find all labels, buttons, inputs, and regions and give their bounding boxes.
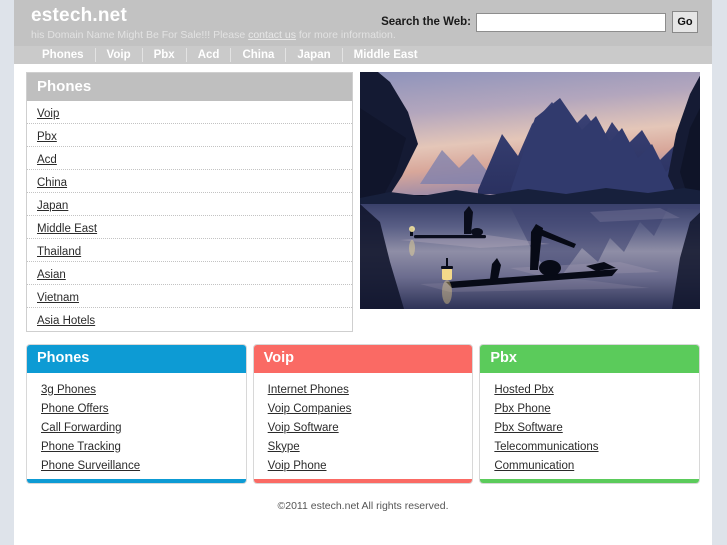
list-item[interactable]: Pbx xyxy=(27,124,353,147)
nav-item-middle-east[interactable]: Middle East xyxy=(343,48,429,62)
category-box-pbx-accent xyxy=(480,479,700,483)
phones-link-asia-hotels[interactable]: Asia Hotels xyxy=(37,315,95,327)
list-item[interactable]: Asian xyxy=(27,262,353,285)
category-box-phones: Phones 3g Phones Phone Offers Call Forwa… xyxy=(26,344,247,484)
cat-link-voip-software[interactable]: Voip Software xyxy=(254,418,473,437)
page-container: estech.net his Domain Name Might Be For … xyxy=(14,0,712,545)
cat-link-internet-phones[interactable]: Internet Phones xyxy=(254,380,473,399)
search-label: Search the Web: xyxy=(381,16,471,28)
cat-link-phone-tracking[interactable]: Phone Tracking xyxy=(27,437,246,456)
phones-link-acd[interactable]: Acd xyxy=(37,154,57,166)
phones-panel-title: Phones xyxy=(27,73,353,101)
site-header: estech.net his Domain Name Might Be For … xyxy=(14,0,712,46)
list-item[interactable]: Voip xyxy=(27,101,353,124)
search-go-button[interactable]: Go xyxy=(672,11,698,33)
cat-link-pbx-software[interactable]: Pbx Software xyxy=(480,418,699,437)
nav-item-china[interactable]: China xyxy=(231,48,287,62)
cat-link-3g-phones[interactable]: 3g Phones xyxy=(27,380,246,399)
phones-panel: Phones Voip Pbx Acd China Japan Middle E… xyxy=(26,72,354,332)
cat-link-phone-surveillance[interactable]: Phone Surveillance xyxy=(27,456,246,475)
cat-link-communication[interactable]: Communication xyxy=(480,456,699,475)
category-box-voip-list: Internet Phones Voip Companies Voip Soft… xyxy=(254,373,473,479)
category-box-phones-list: 3g Phones Phone Offers Call Forwarding P… xyxy=(27,373,246,479)
phones-link-middle-east[interactable]: Middle East xyxy=(37,223,97,235)
main-navigation: Phones Voip Pbx Acd China Japan Middle E… xyxy=(14,46,712,64)
tagline-text-before: his Domain Name Might Be For Sale!!! Ple… xyxy=(31,29,249,41)
footer-copyright: ©2011 estech.net All rights reserved. xyxy=(277,500,449,512)
category-box-voip-accent xyxy=(253,479,473,483)
category-box-phones-title: Phones xyxy=(27,345,246,373)
list-item[interactable]: Japan xyxy=(27,193,353,216)
contact-us-link[interactable]: contact us xyxy=(248,29,296,41)
cat-link-pbx-phone[interactable]: Pbx Phone xyxy=(480,399,699,418)
nav-item-pbx[interactable]: Pbx xyxy=(143,48,187,62)
category-box-phones-accent xyxy=(27,479,246,483)
phones-link-japan[interactable]: Japan xyxy=(37,200,68,212)
phones-panel-list: Voip Pbx Acd China Japan Middle East Tha… xyxy=(27,101,353,331)
cat-link-telecommunications[interactable]: Telecommunications xyxy=(480,437,699,456)
cat-link-voip-phone[interactable]: Voip Phone xyxy=(254,456,473,475)
search-area: Search the Web: Go xyxy=(381,11,698,33)
category-box-pbx: Pbx Hosted Pbx Pbx Phone Pbx Software Te… xyxy=(479,344,701,484)
cat-link-voip-companies[interactable]: Voip Companies xyxy=(254,399,473,418)
list-item[interactable]: China xyxy=(27,170,353,193)
phones-link-vietnam[interactable]: Vietnam xyxy=(37,292,79,304)
cat-link-skype[interactable]: Skype xyxy=(254,437,473,456)
main-content: Phones Voip Pbx Acd China Japan Middle E… xyxy=(14,64,712,332)
phones-link-china[interactable]: China xyxy=(37,177,67,189)
list-item[interactable]: Asia Hotels xyxy=(27,308,352,331)
category-box-pbx-title: Pbx xyxy=(480,345,700,373)
cat-link-phone-offers[interactable]: Phone Offers xyxy=(27,399,246,418)
phones-link-voip[interactable]: Voip xyxy=(37,108,59,120)
search-input[interactable] xyxy=(476,12,666,32)
category-box-voip: Voip Internet Phones Voip Companies Voip… xyxy=(252,344,474,484)
cat-link-hosted-pbx[interactable]: Hosted Pbx xyxy=(480,380,699,399)
list-item[interactable]: Acd xyxy=(27,147,353,170)
phones-link-thailand[interactable]: Thailand xyxy=(37,246,81,258)
category-box-pbx-list: Hosted Pbx Pbx Phone Pbx Software Teleco… xyxy=(480,373,699,479)
nav-item-acd[interactable]: Acd xyxy=(187,48,232,62)
cat-link-call-forwarding[interactable]: Call Forwarding xyxy=(27,418,246,437)
phones-link-pbx[interactable]: Pbx xyxy=(37,131,57,143)
phones-link-asian[interactable]: Asian xyxy=(37,269,66,281)
nav-item-phones[interactable]: Phones xyxy=(31,48,96,62)
nav-item-japan[interactable]: Japan xyxy=(286,48,343,62)
list-item[interactable]: Middle East xyxy=(27,216,353,239)
category-box-voip-title: Voip xyxy=(253,345,473,373)
list-item[interactable]: Thailand xyxy=(27,239,353,262)
nav-item-voip[interactable]: Voip xyxy=(96,48,143,62)
category-boxes: Phones 3g Phones Phone Offers Call Forwa… xyxy=(14,332,712,484)
hero-photo xyxy=(360,72,700,309)
list-item[interactable]: Vietnam xyxy=(27,285,353,308)
